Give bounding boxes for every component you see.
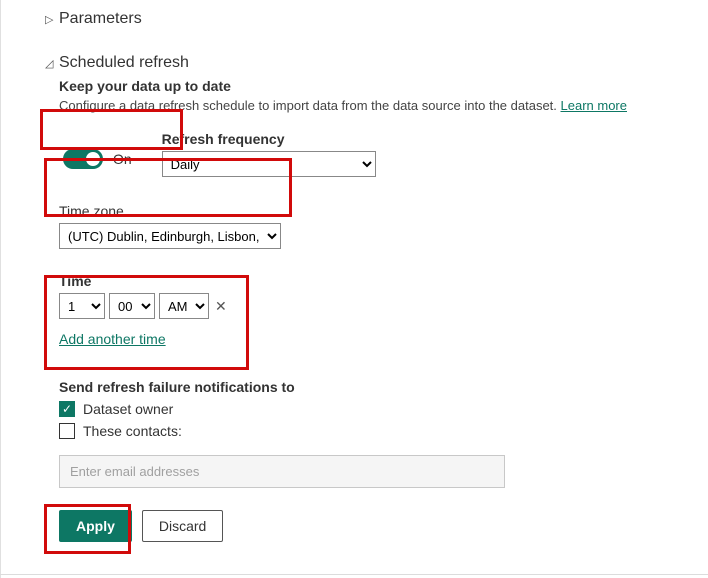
keep-data-title: Keep your data up to date bbox=[59, 78, 708, 94]
time-zone-select[interactable]: (UTC) Dublin, Edinburgh, Lisbon, London bbox=[59, 223, 281, 249]
contacts-input[interactable] bbox=[59, 455, 505, 488]
time-zone-label: Time zone bbox=[59, 203, 708, 219]
caret-down-icon: ◿ bbox=[45, 57, 55, 70]
dataset-owner-label: Dataset owner bbox=[83, 401, 173, 417]
time-minute-select[interactable]: 00 bbox=[109, 293, 155, 319]
add-another-time-link[interactable]: Add another time bbox=[59, 331, 166, 347]
parameters-label: Parameters bbox=[59, 10, 142, 28]
time-hour-select[interactable]: 1 bbox=[59, 293, 105, 319]
time-ampm-select[interactable]: AM bbox=[159, 293, 209, 319]
caret-right-icon: ▷ bbox=[45, 13, 55, 26]
these-contacts-label: These contacts: bbox=[83, 423, 182, 439]
refresh-frequency-select[interactable]: Daily bbox=[162, 151, 376, 177]
toggle-on-label: On bbox=[113, 151, 132, 167]
scheduled-refresh-label: Scheduled refresh bbox=[59, 54, 189, 72]
footer-divider bbox=[0, 574, 708, 575]
remove-time-icon[interactable]: ✕ bbox=[213, 299, 229, 313]
these-contacts-checkbox[interactable] bbox=[59, 423, 75, 439]
keep-data-toggle[interactable] bbox=[63, 149, 103, 169]
time-label: Time bbox=[59, 273, 229, 289]
notification-title: Send refresh failure notifications to bbox=[59, 379, 708, 395]
refresh-description: Configure a data refresh schedule to imp… bbox=[59, 98, 708, 113]
scheduled-refresh-section-header[interactable]: ◿ Scheduled refresh bbox=[45, 54, 708, 72]
dataset-owner-checkbox[interactable]: ✓ bbox=[59, 401, 75, 417]
learn-more-link[interactable]: Learn more bbox=[561, 98, 627, 113]
parameters-section-header[interactable]: ▷ Parameters bbox=[45, 10, 708, 28]
discard-button[interactable]: Discard bbox=[142, 510, 223, 542]
apply-button[interactable]: Apply bbox=[59, 510, 132, 542]
refresh-frequency-label: Refresh frequency bbox=[162, 131, 376, 147]
toggle-knob bbox=[86, 152, 100, 166]
